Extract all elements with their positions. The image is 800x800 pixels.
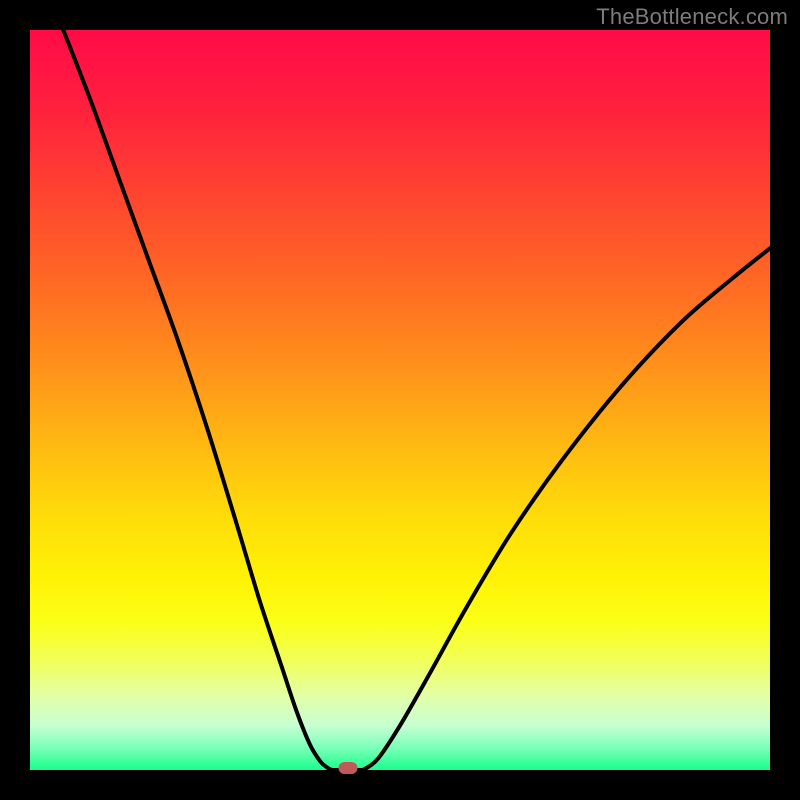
curve-path bbox=[63, 30, 770, 771]
plot-area bbox=[30, 30, 770, 770]
optimum-marker bbox=[339, 762, 358, 774]
chart-frame: TheBottleneck.com bbox=[0, 0, 800, 800]
watermark-text: TheBottleneck.com bbox=[596, 4, 788, 30]
bottleneck-curve bbox=[30, 30, 770, 770]
